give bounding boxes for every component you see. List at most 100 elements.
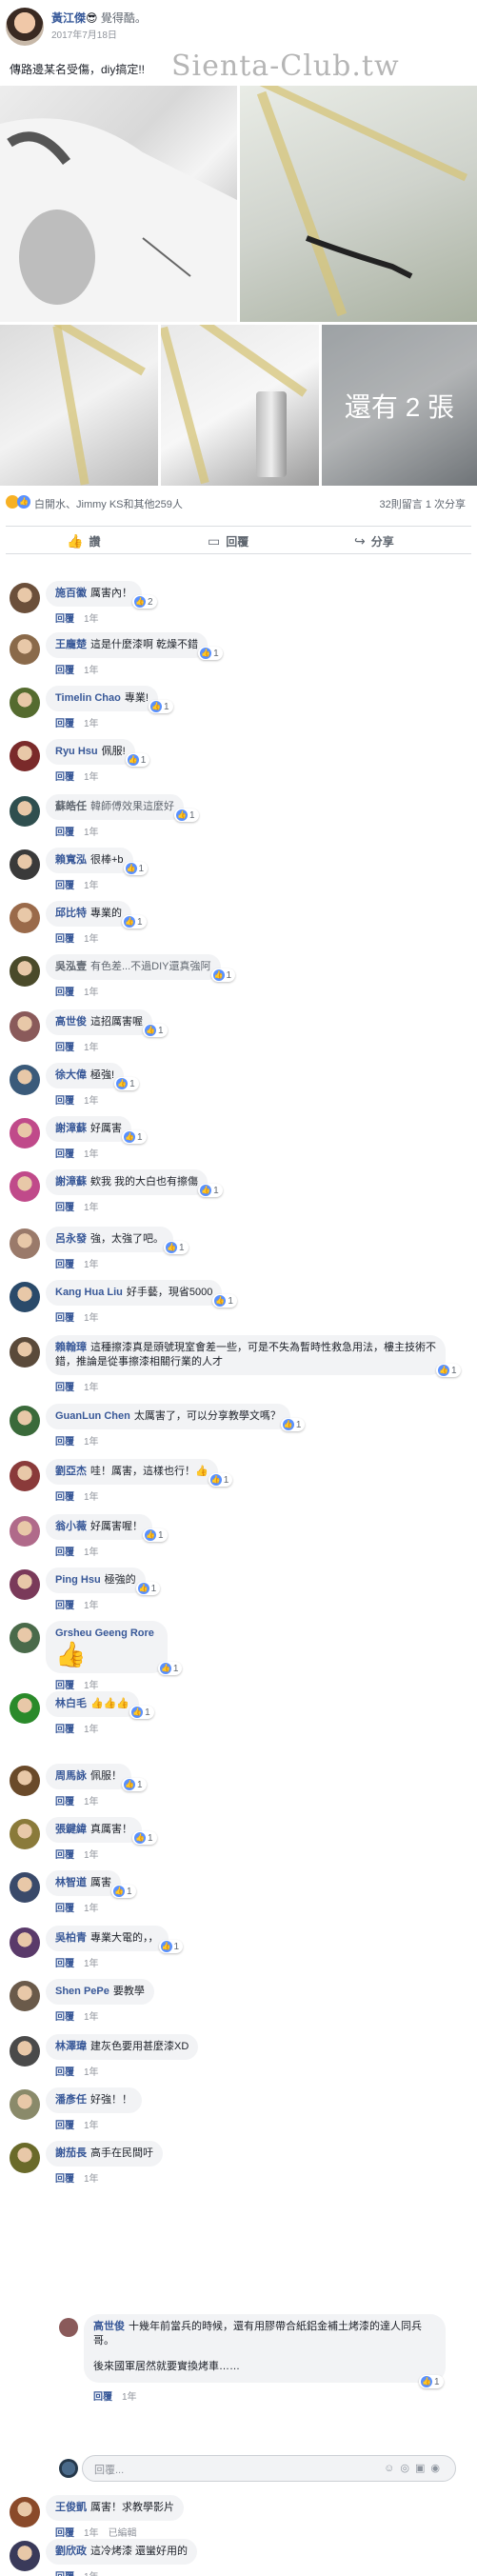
commenter-avatar[interactable] [10,1228,40,1259]
comment-like-count[interactable]: 👍 1 [129,1706,154,1719]
commenter-name[interactable]: 謝茄長 [55,2147,87,2159]
commenter-avatar[interactable] [10,1337,40,1368]
commenter-name[interactable]: Shen PePe [55,1986,109,1997]
commenter-avatar[interactable] [10,2541,40,2571]
commenter-name[interactable]: Kang Hua Liu [55,1287,123,1298]
comment-like-count[interactable]: 👍 1 [210,968,236,982]
commenter-avatar[interactable] [10,1693,40,1724]
comment-like-count[interactable]: 👍 1 [114,1077,139,1090]
share-button[interactable]: ↪ 分享 [354,531,394,550]
commenter-avatar[interactable] [10,583,40,613]
edited-label[interactable]: 已編輯 [109,2528,137,2539]
reply-link[interactable]: 回覆 [55,1548,74,1558]
commenter-name[interactable]: 王龐楚 [55,639,87,650]
reply-link[interactable]: 回覆 [55,1313,74,1324]
reply-link[interactable]: 回覆 [55,934,74,945]
comment-like-count[interactable]: 👍 1 [208,1473,233,1487]
comment-like-count[interactable]: 👍 1 [280,1418,306,1431]
commenter-avatar[interactable] [10,1406,40,1436]
commenter-name[interactable]: 張鍵緯 [55,1824,87,1835]
comment-like-count[interactable]: 👍 1 [125,753,150,767]
reply-link[interactable]: 回覆 [55,2174,74,2185]
reply-link[interactable]: 回覆 [55,666,74,676]
commenter-name[interactable]: 謝漳蘇 [55,1123,87,1134]
commenter-name[interactable]: 謝漳蘇 [55,1176,87,1188]
comment-button[interactable]: ▭ 回覆 [208,531,248,550]
photo-4[interactable] [161,325,319,486]
reply-link[interactable]: 回覆 [55,2528,74,2539]
comment-like-count[interactable]: 👍 1 [198,1184,223,1197]
reply-input[interactable]: 回覆... ☺◎▣◉ [82,2455,456,2482]
comment-like-count[interactable]: 👍 1 [174,809,199,822]
reply-link[interactable]: 回覆 [55,1096,74,1107]
commenter-name[interactable]: 翁小薇 [55,1521,87,1532]
commenter-name[interactable]: 林澤瑋 [55,2041,87,2052]
commenter-name[interactable]: 潘彥任 [55,2094,87,2106]
comment-like-count[interactable]: 👍 1 [122,915,147,929]
reply-link[interactable]: 回覆 [55,1850,74,1861]
comment-like-count[interactable]: 👍 1 [122,1778,147,1791]
photo-5-more[interactable]: 還有 2 張 [322,325,477,486]
commenter-avatar[interactable] [10,1065,40,1095]
commenter-name[interactable]: 高世俊 [55,1016,87,1028]
commenter-name[interactable]: 蘇皓任 [55,801,87,812]
comment-like-count[interactable]: 👍 1 [123,862,149,875]
reply-link[interactable]: 回覆 [55,1797,74,1807]
commenter-avatar[interactable] [10,2036,40,2067]
post-date[interactable]: 2017年7月18日 [51,27,117,41]
commenter-avatar[interactable] [10,634,40,665]
like-reaction-icon[interactable]: 👍 [17,495,30,509]
photo-2[interactable] [240,86,477,322]
commenter-name[interactable]: Ryu Hsu [55,746,98,757]
reply-link[interactable]: 回覆 [55,614,74,625]
commenter-avatar[interactable] [10,1927,40,1958]
commenter-name[interactable]: 邱比特 [55,908,87,919]
reply-link[interactable]: 回覆 [55,2572,74,2576]
commenter-name[interactable]: 劉欣政 [55,2546,87,2557]
commenter-avatar[interactable] [10,1872,40,1903]
author-name[interactable]: 黃江傑 [51,11,86,25]
reply-link[interactable]: 回覆 [55,2121,74,2131]
reply-link[interactable]: 回覆 [55,881,74,891]
reply-link[interactable]: 回覆 [55,1203,74,1213]
commenter-name[interactable]: 呂永發 [55,1233,87,1245]
comment-like-count[interactable]: 👍 1 [158,1940,184,1953]
commenter-name[interactable]: 周馬詠 [55,1770,87,1782]
commenter-avatar[interactable] [10,2143,40,2173]
reply-tool-icons[interactable]: ☺◎▣◉ [384,2462,446,2474]
reply-link[interactable]: 回覆 [55,2012,74,2023]
comment-like-count[interactable]: 👍 1 [198,647,223,660]
reply-link[interactable]: 回覆 [55,1959,74,1969]
comment-like-count[interactable]: 👍 1 [111,1885,136,1898]
reply-link[interactable]: 回覆 [55,772,74,783]
reply-link[interactable]: 回覆 [55,719,74,729]
commenter-avatar[interactable] [10,1171,40,1202]
reply-link[interactable]: 回覆 [55,1043,74,1053]
comment-share-counts[interactable]: 32則留言 1 次分享 [380,496,466,511]
commenter-avatar[interactable] [10,688,40,718]
reply-link[interactable]: 回覆 [55,2067,74,2078]
reply-link[interactable]: 回覆 [55,1904,74,1914]
comment-like-count[interactable]: 👍 1 [132,1831,157,1845]
comment-like-count[interactable]: 👍 1 [122,1130,147,1144]
commenter-avatar[interactable] [10,2497,40,2527]
commenter-name[interactable]: Grsheu Geeng Rore [55,1627,154,1639]
comment-like-count[interactable]: 👍 1 [164,1241,189,1254]
commenter-avatar[interactable] [10,1623,40,1653]
commenter-avatar[interactable] [10,741,40,771]
commenter-name[interactable]: 王俊凱 [55,2502,87,2513]
comment-like-count[interactable]: 👍 1 [135,1582,161,1595]
commenter-avatar[interactable] [10,1516,40,1547]
reply-link[interactable]: 回覆 [55,1149,74,1160]
reply-link[interactable]: 回覆 [55,1437,74,1448]
commenter-name[interactable]: 徐大偉 [55,1069,87,1081]
comment-like-count[interactable]: 👍 1 [436,1364,461,1377]
commenter-avatar[interactable] [10,1569,40,1600]
commenter-avatar[interactable] [10,1011,40,1042]
comment-like-count[interactable]: 👍 1 [148,700,173,713]
commenter-avatar[interactable] [10,849,40,880]
photo-1[interactable] [0,86,237,322]
commenter-name[interactable]: 施百徽 [55,588,87,599]
commenter-name[interactable]: 吳泓壹 [55,961,87,972]
commenter-name[interactable]: 吳柏青 [55,1932,87,1944]
